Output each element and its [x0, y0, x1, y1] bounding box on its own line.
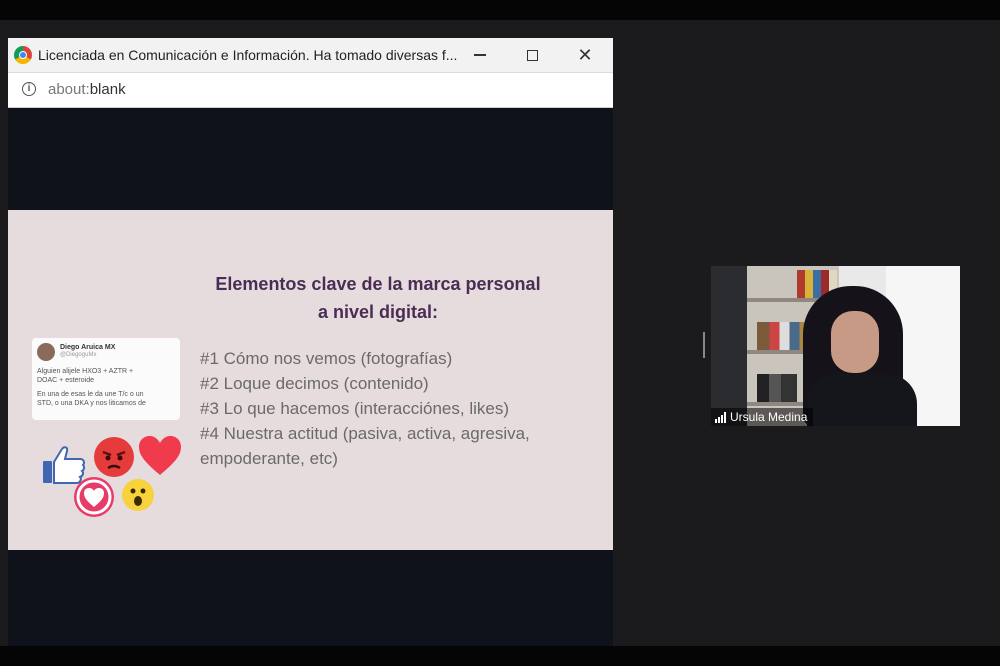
books — [757, 374, 797, 402]
list-item: #4 Nuestra actitud (pasiva, activa, agre… — [200, 424, 530, 468]
participant-name: Ursula Medina — [730, 410, 808, 424]
angry-icon — [94, 437, 134, 477]
shared-browser-window: Licenciada en Comunicación e Información… — [8, 38, 613, 646]
chrome-icon — [14, 46, 32, 64]
reaction-icons — [38, 435, 188, 525]
info-icon[interactable]: i — [22, 82, 36, 96]
list-item: #2 Loque decimos (contenido) — [200, 374, 429, 393]
url-path: blank — [89, 81, 126, 98]
tweet-text-line: Alguien alijele HXO3 + AZTR + — [37, 368, 134, 375]
close-button[interactable]: ✕ — [561, 38, 609, 72]
wow-icon — [122, 479, 154, 511]
slide-title: Elementos clave de la marca personal a n… — [178, 270, 578, 326]
minimize-button[interactable] — [456, 38, 504, 72]
tweet-text-line: DOAC + esteroide — [37, 377, 94, 384]
url-text[interactable]: about:blank — [48, 81, 126, 98]
url-scheme: about: — [48, 81, 90, 98]
participant-name-tag: Ursula Medina — [711, 408, 814, 426]
maximize-button[interactable] — [508, 38, 556, 72]
slide-title-line-1: Elementos clave de la marca personal — [215, 274, 541, 294]
participant-face — [831, 311, 879, 373]
tweet-text-line: En una de esas le da une T/c o un — [37, 391, 144, 398]
love-reaction-icon — [74, 477, 114, 517]
signal-strength-icon — [715, 411, 726, 423]
top-letterbox — [0, 0, 1000, 20]
split-divider-handle[interactable] — [703, 332, 705, 358]
tweet-text-line: STD, o una DKA y nos liticamos de — [37, 400, 146, 407]
bottom-letterbox — [0, 646, 1000, 666]
window-title: Licenciada en Comunicación e Información… — [38, 47, 458, 63]
presentation-slide: Elementos clave de la marca personal a n… — [8, 210, 613, 550]
participant-body — [807, 374, 917, 426]
list-item: #1 Cómo nos vemos (fotografías) — [200, 349, 453, 368]
slide-title-line-2: a nivel digital: — [317, 302, 439, 322]
avatar — [37, 343, 55, 361]
video-background — [711, 266, 747, 426]
tweet-screenshot: Diego Aruica MX @DiegoguMx Alguien alije… — [32, 338, 180, 420]
minimize-icon — [474, 54, 486, 56]
title-bar: Licenciada en Comunicación e Información… — [8, 38, 613, 73]
close-icon: ✕ — [577, 44, 593, 65]
page-content: Elementos clave de la marca personal a n… — [8, 108, 613, 646]
list-item: #3 Lo que hacemos (interacciónes, likes) — [200, 399, 509, 418]
tweet-author-name: Diego Aruica MX — [60, 344, 116, 351]
tweet-author-handle: @DiegoguMx — [60, 352, 97, 358]
heart-icon — [139, 436, 181, 475]
participant-video-tile[interactable]: Ursula Medina — [711, 266, 960, 426]
address-bar[interactable]: i about:blank — [8, 73, 613, 108]
books — [757, 322, 807, 350]
slide-bullet-list: #1 Cómo nos vemos (fotografías) #2 Loque… — [200, 346, 600, 471]
maximize-icon — [526, 49, 538, 61]
